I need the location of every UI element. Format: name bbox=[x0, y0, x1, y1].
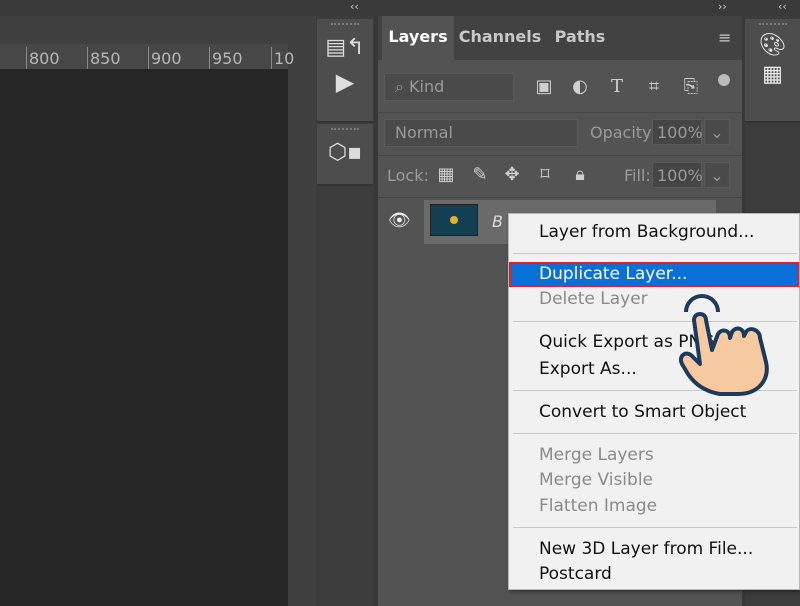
opacity-label: Opacity: bbox=[590, 123, 656, 142]
pointing-hand-icon bbox=[679, 294, 769, 396]
ruler-tick: 850 bbox=[87, 47, 121, 69]
menu-item-merge-visible[interactable]: Merge Visible bbox=[509, 468, 800, 493]
filter-toggle[interactable] bbox=[718, 74, 730, 86]
image-filter-icon[interactable]: ▣ bbox=[532, 76, 556, 97]
lock-brush-icon[interactable]: ✎ bbox=[468, 164, 492, 185]
palette-icon[interactable]: 🎨︎ bbox=[745, 33, 800, 58]
menu-item-duplicate-layer[interactable]: Duplicate Layer... bbox=[509, 262, 799, 287]
eye-icon[interactable]: 👁︎ bbox=[388, 210, 411, 231]
menu-item-layer-from-background[interactable]: Layer from Background... bbox=[509, 220, 800, 245]
expand-icon[interactable]: ›› bbox=[718, 0, 727, 13]
adjustment-filter-icon[interactable]: ◐ bbox=[568, 76, 592, 97]
lock-position-icon[interactable]: ✥ bbox=[500, 164, 524, 185]
menu-item-flatten-image[interactable]: Flatten Image bbox=[509, 494, 800, 519]
tab-paths[interactable]: Paths bbox=[546, 16, 614, 60]
history-icon[interactable]: ▤↰ bbox=[317, 35, 373, 60]
filter-kind-select[interactable]: ⌕ Kind bbox=[384, 73, 514, 101]
filter-kind-label: Kind bbox=[409, 77, 445, 96]
ruler-tick: 10 bbox=[271, 47, 294, 69]
panel-menu-icon[interactable]: ≡ bbox=[718, 28, 731, 47]
opacity-dropdown[interactable]: ⌄ bbox=[704, 119, 730, 145]
fill-dropdown[interactable]: ⌄ bbox=[704, 162, 730, 188]
lock-artboard-icon[interactable]: ⌑ bbox=[533, 164, 557, 185]
opacity-input[interactable]: 100% bbox=[652, 119, 703, 145]
3d-icon[interactable]: ⬡▪ bbox=[317, 140, 373, 165]
ruler-tick: 800 bbox=[26, 47, 60, 69]
horizontal-ruler: 800 850 900 950 10 bbox=[0, 44, 294, 69]
ruler-tick: 900 bbox=[148, 47, 182, 69]
type-filter-icon[interactable]: T bbox=[605, 76, 629, 97]
menu-item-new-3d-layer[interactable]: New 3D Layer from File... bbox=[509, 537, 800, 562]
tool-strip: ▤↰ ▶ ⬡▪ bbox=[316, 16, 374, 606]
layer-name: B bbox=[492, 212, 503, 231]
lock-all-icon[interactable]: 🔒︎ bbox=[568, 164, 592, 185]
collapse-icon[interactable]: ‹‹ bbox=[778, 0, 787, 13]
layer-thumbnail bbox=[430, 204, 478, 236]
lock-label: Lock: bbox=[387, 166, 429, 185]
context-menu: Layer from Background... Duplicate Layer… bbox=[508, 213, 800, 590]
collapse-icon[interactable]: ‹‹ bbox=[350, 0, 359, 13]
smart-object-filter-icon[interactable]: ⎘ bbox=[679, 76, 703, 97]
blend-mode-select[interactable]: Normal bbox=[384, 119, 578, 147]
fill-input[interactable]: 100% bbox=[652, 162, 703, 188]
canvas[interactable] bbox=[0, 69, 288, 606]
shape-filter-icon[interactable]: ⌗ bbox=[642, 76, 666, 97]
fill-label: Fill: bbox=[624, 166, 651, 185]
menu-item-convert-smart-object[interactable]: Convert to Smart Object bbox=[509, 400, 800, 425]
lock-transparent-icon[interactable]: ▦ bbox=[434, 164, 458, 185]
play-icon[interactable]: ▶ bbox=[317, 68, 373, 96]
menu-item-postcard[interactable]: Postcard bbox=[509, 562, 800, 587]
ruler-tick: 950 bbox=[209, 47, 243, 69]
menu-item-merge-layers[interactable]: Merge Layers bbox=[509, 443, 800, 468]
tab-layers[interactable]: Layers bbox=[382, 16, 454, 60]
top-bar: ‹‹ ›› ‹‹ bbox=[0, 0, 800, 16]
tab-channels[interactable]: Channels bbox=[454, 16, 546, 60]
swatches-icon[interactable]: ▦ bbox=[745, 62, 800, 87]
